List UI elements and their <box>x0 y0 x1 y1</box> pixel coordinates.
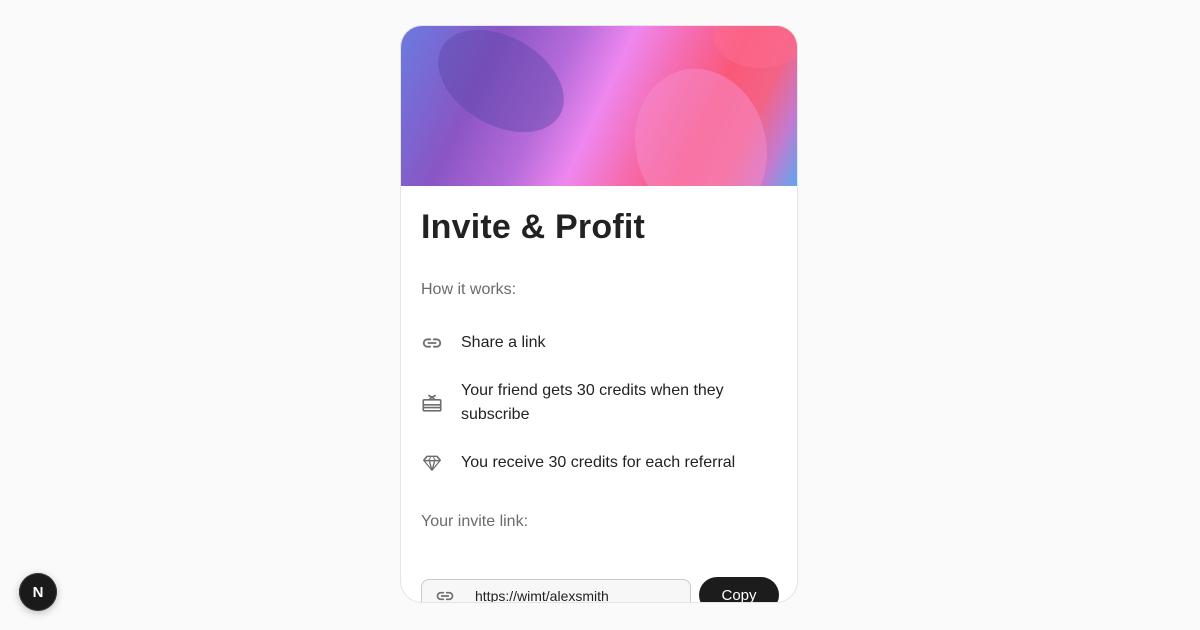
nextjs-dev-badge[interactable]: N <box>19 573 57 611</box>
step-share-link: Share a link <box>421 331 779 355</box>
step-friend-credits: Your friend gets 30 credits when they su… <box>421 379 779 427</box>
step-share-link-text: Share a link <box>461 334 546 351</box>
nextjs-logo-icon: N <box>33 584 44 601</box>
how-it-works-label: How it works: <box>421 281 517 298</box>
step-referral-credits-text: You receive 30 credits for each referral <box>461 454 736 471</box>
hero-banner <box>401 26 797 186</box>
step-referral-credits: You receive 30 credits for each referral <box>421 451 779 475</box>
gift-icon <box>421 392 443 414</box>
copy-button[interactable]: Copy <box>699 577 779 602</box>
invite-link-input[interactable] <box>475 588 675 602</box>
invite-link-field[interactable] <box>421 579 691 602</box>
nextjs-logo-letter: N <box>33 584 44 601</box>
diamond-icon <box>421 452 443 474</box>
link-icon <box>421 332 443 354</box>
link-icon <box>435 586 455 602</box>
invite-link-label: Your invite link: <box>421 513 529 530</box>
page-title: Invite & Profit <box>421 208 646 246</box>
step-friend-credits-text: Your friend gets 30 credits when they su… <box>461 382 724 423</box>
hero-gradient-shapes <box>438 26 797 186</box>
invite-card: Invite & Profit How it works: Share a li… <box>400 25 798 603</box>
